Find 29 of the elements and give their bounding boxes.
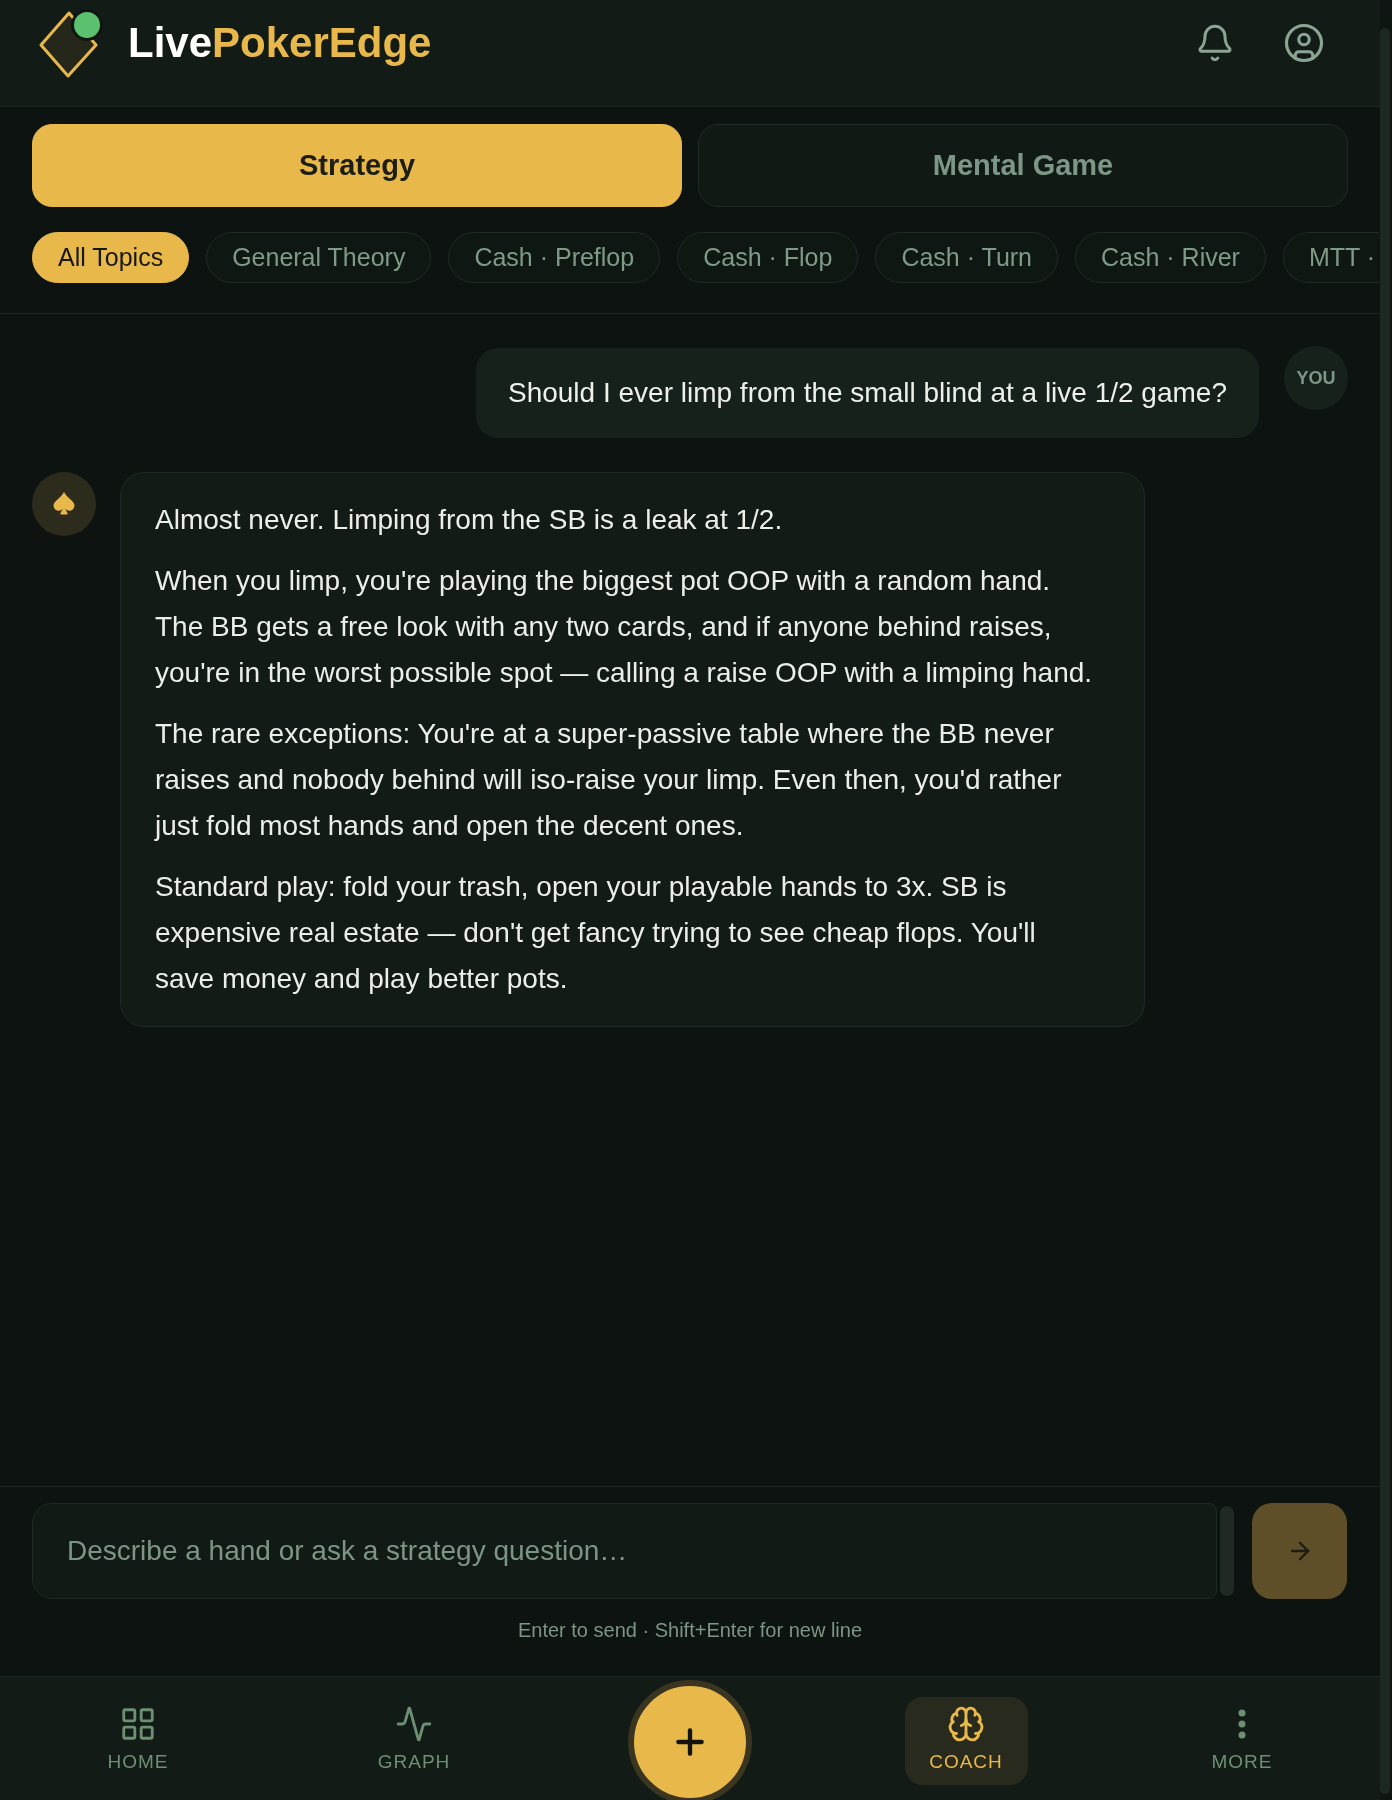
topic-chip[interactable]: General Theory [206, 232, 432, 283]
nav-tab[interactable]: HOME [76, 1697, 200, 1785]
topic-chip[interactable]: MTT · [1282, 232, 1380, 283]
topic-chip[interactable]: Cash · Flop [677, 232, 859, 283]
nav-tab[interactable]: GRAPH [352, 1697, 476, 1785]
brain-icon [947, 1705, 985, 1743]
nav-tab[interactable]: COACH [904, 1697, 1028, 1785]
grid-icon [119, 1705, 157, 1743]
mode-tab[interactable]: Mental Game [698, 124, 1348, 207]
topic-chip[interactable]: Cash · River [1075, 232, 1266, 283]
message-input[interactable]: Describe a hand or ask a strategy question… [32, 1503, 1217, 1599]
more-vertical-icon [1238, 1709, 1246, 1739]
message-paragraph: When you limp, you're playing the biggest pot OOP with a random hand. The BB gets a free look with any two cards, and if anyone behind raises, you're in the worst possible spot — calling a raise OOP with a limping hand. [155, 564, 1094, 690]
app-title: LivePokerEdge [128, 18, 432, 68]
composer-hint: Enter to send · Shift+Enter for new line [516, 1618, 864, 1642]
profile-icon[interactable] [1283, 22, 1325, 64]
nav-tab[interactable]: MORE [1180, 1697, 1304, 1785]
message-paragraph: Almost never. Limping from the SB is a leak at 1/2. [155, 503, 784, 537]
user-avatar: YOU [1284, 346, 1348, 410]
diamond-logo-icon [38, 8, 104, 78]
mode-tab[interactable]: Strategy [32, 124, 682, 207]
topic-chip[interactable]: All Topics [32, 232, 190, 283]
pulse-icon [395, 1705, 433, 1743]
user-message: Should I ever limp from the small blind at a live 1/2 game? [475, 348, 1259, 438]
topic-chip[interactable]: Cash · Preflop [448, 232, 661, 283]
topic-chip[interactable]: Cash · Turn [875, 232, 1058, 283]
message-paragraph: Standard play: fold your trash, open your playable hands to 3x. SB is expensive real estate — don't get fancy trying to see cheap flops. You'll save money and play better pots. [155, 870, 1037, 996]
scrollbar-thumb[interactable] [1380, 28, 1390, 1794]
message-paragraph: The rare exceptions: You're at a super-passive table where the BB never raises and nobody behind will iso-raise your limp. Even then, you'd rather just fold most hands and open the decent ones. [155, 717, 1063, 843]
